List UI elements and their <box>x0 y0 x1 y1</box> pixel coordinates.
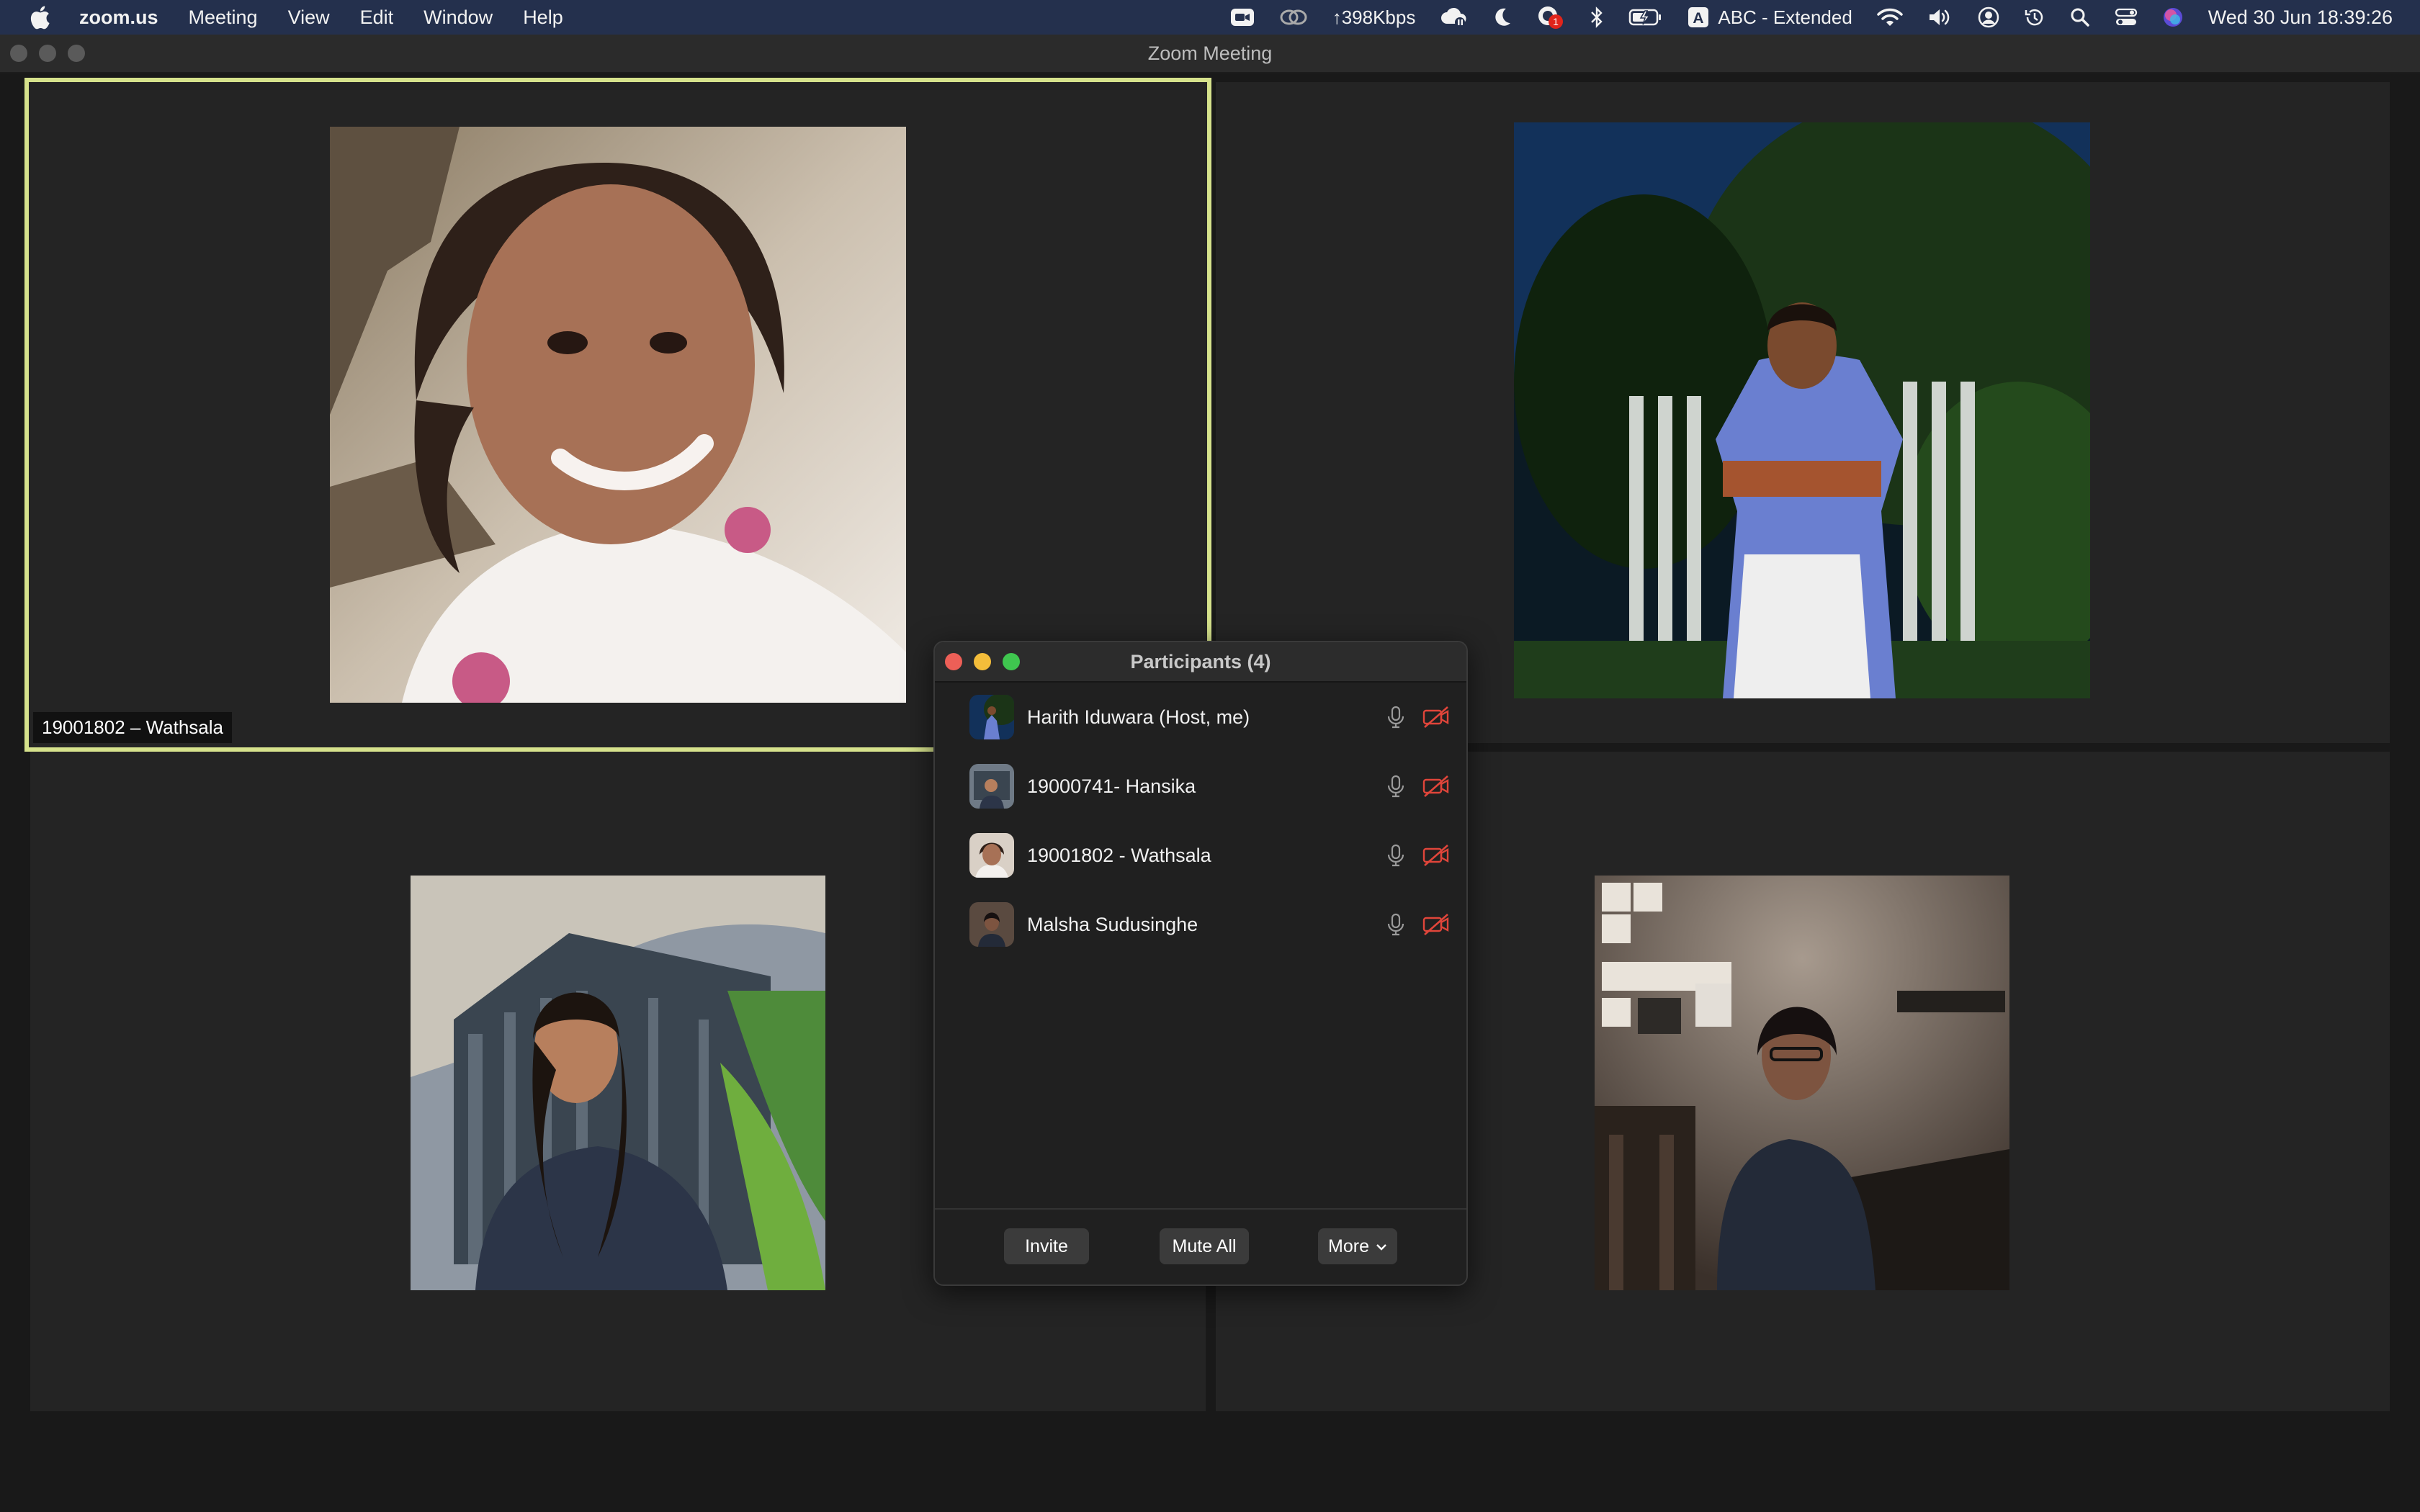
participant-row-hansika[interactable]: 19000741- Hansika <box>935 752 1466 821</box>
microphone-icon[interactable] <box>1384 775 1407 798</box>
menu-window[interactable]: Window <box>424 6 493 29</box>
participants-list: Harith Iduwara (Host, me) 19000741- Hans… <box>935 683 1466 959</box>
menu-view[interactable]: View <box>288 6 330 29</box>
mute-all-button[interactable]: Mute All <box>1160 1228 1249 1264</box>
participants-panel-footer: Invite Mute All More <box>935 1208 1466 1284</box>
active-speaker-name-tag: 19001802 – Wathsala <box>33 712 233 743</box>
battery-charging-icon[interactable] <box>1628 8 1663 27</box>
invite-button[interactable]: Invite <box>1004 1228 1089 1264</box>
participant-row-harith[interactable]: Harith Iduwara (Host, me) <box>935 683 1466 752</box>
input-source-text[interactable]: ABC - Extended <box>1718 6 1852 29</box>
status-area: ↑398Kbps 1 A ABC - Extended Wed 30 Jun 1… <box>1206 0 2393 35</box>
participant-photo-malsha <box>1595 876 2009 1290</box>
participants-panel-header: Participants (4) <box>935 642 1466 683</box>
participant-photo-wathsala <box>330 127 906 703</box>
cloud-pause-icon[interactable] <box>1440 6 1469 28</box>
participants-panel: Participants (4) Harith Iduwara (Host, m… <box>933 641 1468 1286</box>
participant-name: 19000741- Hansika <box>1027 775 1196 797</box>
volume-icon[interactable] <box>1927 7 1953 27</box>
participant-name: 19001802 - Wathsala <box>1027 845 1211 866</box>
video-off-icon[interactable] <box>1422 844 1451 867</box>
notification-badge-icon[interactable]: 1 <box>1536 5 1565 30</box>
microphone-icon[interactable] <box>1384 706 1407 729</box>
video-off-icon[interactable] <box>1422 775 1451 798</box>
participant-name: Harith Iduwara (Host, me) <box>1027 706 1250 728</box>
siri-icon[interactable] <box>2162 6 2184 28</box>
menu-help[interactable]: Help <box>523 6 563 29</box>
avatar <box>969 902 1014 947</box>
control-center-icon[interactable] <box>2115 7 2138 27</box>
participants-panel-title: Participants (4) <box>1130 651 1271 672</box>
window-title: Zoom Meeting <box>1147 42 1273 64</box>
network-speed-text[interactable]: ↑398Kbps <box>1332 6 1416 29</box>
more-button-label: More <box>1328 1236 1369 1256</box>
user-account-icon[interactable] <box>1978 6 1999 28</box>
input-source-badge-text: A <box>1693 10 1704 27</box>
avatar <box>969 764 1014 809</box>
video-off-icon[interactable] <box>1422 706 1451 729</box>
apple-logo-icon[interactable] <box>29 5 50 30</box>
microphone-icon[interactable] <box>1384 913 1407 936</box>
menu-app-zoom[interactable]: zoom.us <box>79 6 158 29</box>
bluetooth-icon[interactable] <box>1590 6 1604 28</box>
menu-meeting[interactable]: Meeting <box>189 6 258 29</box>
clock-text[interactable]: Wed 30 Jun 18:39:26 <box>2208 6 2393 29</box>
menu-bar: zoom.us Meeting View Edit Window Help ↑3… <box>0 0 2420 35</box>
participant-row-malsha[interactable]: Malsha Sudusinghe <box>935 890 1466 959</box>
notification-count-text: 1 <box>1553 16 1559 27</box>
spotlight-search-icon[interactable] <box>2070 7 2090 27</box>
time-machine-icon[interactable] <box>2024 6 2045 28</box>
creative-cloud-icon[interactable] <box>1279 8 1308 27</box>
more-button[interactable]: More <box>1318 1228 1397 1264</box>
avatar <box>969 833 1014 878</box>
wifi-icon[interactable] <box>1877 7 1903 27</box>
avatar <box>969 695 1014 739</box>
chevron-down-icon <box>1376 1244 1386 1251</box>
participant-name: Malsha Sudusinghe <box>1027 914 1198 935</box>
input-source-icon[interactable]: A <box>1688 6 1709 28</box>
window-titlebar: Zoom Meeting <box>0 35 2420 73</box>
video-off-icon[interactable] <box>1422 913 1451 936</box>
do-not-disturb-moon-icon[interactable] <box>1493 7 1512 27</box>
participant-photo-harith <box>1514 122 2090 698</box>
menu-edit[interactable]: Edit <box>360 6 394 29</box>
participant-photo-hansika <box>411 876 825 1290</box>
participant-row-wathsala[interactable]: 19001802 - Wathsala <box>935 821 1466 890</box>
microphone-icon[interactable] <box>1384 844 1407 867</box>
zoom-status-icon[interactable] <box>1230 7 1255 27</box>
